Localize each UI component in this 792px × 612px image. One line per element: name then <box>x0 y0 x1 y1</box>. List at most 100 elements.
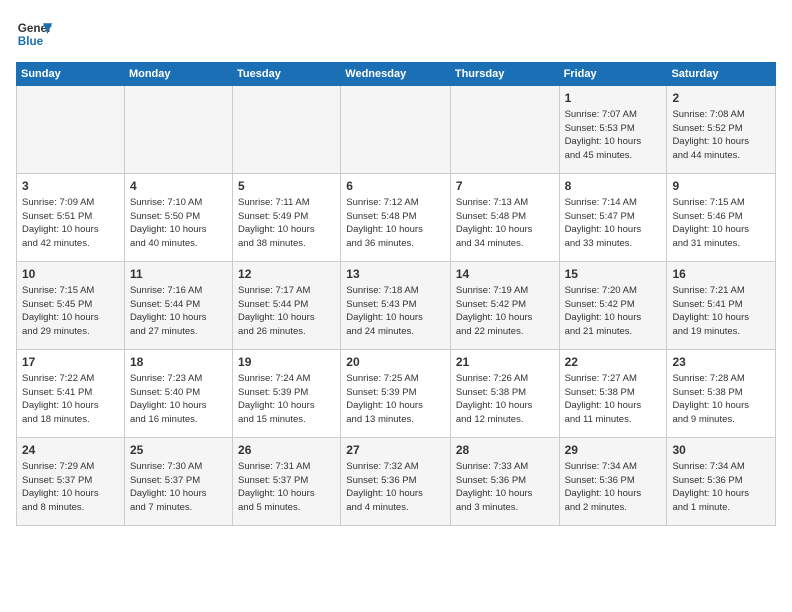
day-info: Sunrise: 7:14 AM Sunset: 5:47 PM Dayligh… <box>565 196 662 251</box>
day-cell: 5Sunrise: 7:11 AM Sunset: 5:49 PM Daylig… <box>233 174 341 262</box>
day-number: 16 <box>672 266 770 283</box>
day-cell: 4Sunrise: 7:10 AM Sunset: 5:50 PM Daylig… <box>124 174 232 262</box>
day-number: 17 <box>22 354 119 371</box>
weekday-header-tuesday: Tuesday <box>233 63 341 86</box>
day-number: 29 <box>565 442 662 459</box>
day-info: Sunrise: 7:11 AM Sunset: 5:49 PM Dayligh… <box>238 196 335 251</box>
svg-text:Blue: Blue <box>18 35 44 48</box>
calendar-table: SundayMondayTuesdayWednesdayThursdayFrid… <box>16 62 776 526</box>
day-number: 1 <box>565 90 662 107</box>
day-number: 20 <box>346 354 445 371</box>
day-info: Sunrise: 7:29 AM Sunset: 5:37 PM Dayligh… <box>22 460 119 515</box>
day-info: Sunrise: 7:15 AM Sunset: 5:46 PM Dayligh… <box>672 196 770 251</box>
day-cell: 10Sunrise: 7:15 AM Sunset: 5:45 PM Dayli… <box>17 262 125 350</box>
day-cell: 29Sunrise: 7:34 AM Sunset: 5:36 PM Dayli… <box>559 438 667 526</box>
weekday-header-row: SundayMondayTuesdayWednesdayThursdayFrid… <box>17 63 776 86</box>
logo: General Blue <box>16 16 52 52</box>
day-cell <box>341 86 451 174</box>
day-number: 23 <box>672 354 770 371</box>
day-cell: 21Sunrise: 7:26 AM Sunset: 5:38 PM Dayli… <box>450 350 559 438</box>
day-info: Sunrise: 7:17 AM Sunset: 5:44 PM Dayligh… <box>238 284 335 339</box>
day-cell: 9Sunrise: 7:15 AM Sunset: 5:46 PM Daylig… <box>667 174 776 262</box>
day-number: 24 <box>22 442 119 459</box>
day-number: 12 <box>238 266 335 283</box>
day-cell: 8Sunrise: 7:14 AM Sunset: 5:47 PM Daylig… <box>559 174 667 262</box>
day-number: 9 <box>672 178 770 195</box>
day-info: Sunrise: 7:34 AM Sunset: 5:36 PM Dayligh… <box>565 460 662 515</box>
day-number: 13 <box>346 266 445 283</box>
day-number: 27 <box>346 442 445 459</box>
weekday-header-monday: Monday <box>124 63 232 86</box>
day-info: Sunrise: 7:31 AM Sunset: 5:37 PM Dayligh… <box>238 460 335 515</box>
day-cell: 30Sunrise: 7:34 AM Sunset: 5:36 PM Dayli… <box>667 438 776 526</box>
day-info: Sunrise: 7:21 AM Sunset: 5:41 PM Dayligh… <box>672 284 770 339</box>
day-cell: 15Sunrise: 7:20 AM Sunset: 5:42 PM Dayli… <box>559 262 667 350</box>
day-cell: 23Sunrise: 7:28 AM Sunset: 5:38 PM Dayli… <box>667 350 776 438</box>
week-row-3: 10Sunrise: 7:15 AM Sunset: 5:45 PM Dayli… <box>17 262 776 350</box>
weekday-header-thursday: Thursday <box>450 63 559 86</box>
day-number: 15 <box>565 266 662 283</box>
day-number: 21 <box>456 354 554 371</box>
day-cell: 12Sunrise: 7:17 AM Sunset: 5:44 PM Dayli… <box>233 262 341 350</box>
day-info: Sunrise: 7:19 AM Sunset: 5:42 PM Dayligh… <box>456 284 554 339</box>
day-number: 26 <box>238 442 335 459</box>
day-number: 6 <box>346 178 445 195</box>
day-number: 25 <box>130 442 227 459</box>
day-number: 18 <box>130 354 227 371</box>
day-cell: 16Sunrise: 7:21 AM Sunset: 5:41 PM Dayli… <box>667 262 776 350</box>
day-cell: 28Sunrise: 7:33 AM Sunset: 5:36 PM Dayli… <box>450 438 559 526</box>
day-cell: 17Sunrise: 7:22 AM Sunset: 5:41 PM Dayli… <box>17 350 125 438</box>
day-cell: 26Sunrise: 7:31 AM Sunset: 5:37 PM Dayli… <box>233 438 341 526</box>
page-header: General Blue <box>16 16 776 52</box>
day-number: 3 <box>22 178 119 195</box>
day-cell: 7Sunrise: 7:13 AM Sunset: 5:48 PM Daylig… <box>450 174 559 262</box>
day-cell: 6Sunrise: 7:12 AM Sunset: 5:48 PM Daylig… <box>341 174 451 262</box>
day-number: 10 <box>22 266 119 283</box>
day-info: Sunrise: 7:08 AM Sunset: 5:52 PM Dayligh… <box>672 108 770 163</box>
day-cell: 1Sunrise: 7:07 AM Sunset: 5:53 PM Daylig… <box>559 86 667 174</box>
day-cell <box>450 86 559 174</box>
weekday-header-wednesday: Wednesday <box>341 63 451 86</box>
week-row-4: 17Sunrise: 7:22 AM Sunset: 5:41 PM Dayli… <box>17 350 776 438</box>
week-row-2: 3Sunrise: 7:09 AM Sunset: 5:51 PM Daylig… <box>17 174 776 262</box>
day-info: Sunrise: 7:26 AM Sunset: 5:38 PM Dayligh… <box>456 372 554 427</box>
day-number: 5 <box>238 178 335 195</box>
day-info: Sunrise: 7:13 AM Sunset: 5:48 PM Dayligh… <box>456 196 554 251</box>
day-cell <box>124 86 232 174</box>
day-info: Sunrise: 7:30 AM Sunset: 5:37 PM Dayligh… <box>130 460 227 515</box>
weekday-header-friday: Friday <box>559 63 667 86</box>
week-row-1: 1Sunrise: 7:07 AM Sunset: 5:53 PM Daylig… <box>17 86 776 174</box>
day-info: Sunrise: 7:12 AM Sunset: 5:48 PM Dayligh… <box>346 196 445 251</box>
day-cell: 14Sunrise: 7:19 AM Sunset: 5:42 PM Dayli… <box>450 262 559 350</box>
day-cell: 13Sunrise: 7:18 AM Sunset: 5:43 PM Dayli… <box>341 262 451 350</box>
weekday-header-sunday: Sunday <box>17 63 125 86</box>
day-info: Sunrise: 7:27 AM Sunset: 5:38 PM Dayligh… <box>565 372 662 427</box>
day-number: 11 <box>130 266 227 283</box>
day-info: Sunrise: 7:16 AM Sunset: 5:44 PM Dayligh… <box>130 284 227 339</box>
logo-icon: General Blue <box>16 16 52 52</box>
day-cell: 24Sunrise: 7:29 AM Sunset: 5:37 PM Dayli… <box>17 438 125 526</box>
day-number: 4 <box>130 178 227 195</box>
day-cell: 11Sunrise: 7:16 AM Sunset: 5:44 PM Dayli… <box>124 262 232 350</box>
day-info: Sunrise: 7:18 AM Sunset: 5:43 PM Dayligh… <box>346 284 445 339</box>
day-cell: 18Sunrise: 7:23 AM Sunset: 5:40 PM Dayli… <box>124 350 232 438</box>
day-cell: 3Sunrise: 7:09 AM Sunset: 5:51 PM Daylig… <box>17 174 125 262</box>
weekday-header-saturday: Saturday <box>667 63 776 86</box>
day-info: Sunrise: 7:20 AM Sunset: 5:42 PM Dayligh… <box>565 284 662 339</box>
day-info: Sunrise: 7:32 AM Sunset: 5:36 PM Dayligh… <box>346 460 445 515</box>
day-cell <box>17 86 125 174</box>
day-number: 22 <box>565 354 662 371</box>
day-info: Sunrise: 7:28 AM Sunset: 5:38 PM Dayligh… <box>672 372 770 427</box>
day-number: 19 <box>238 354 335 371</box>
day-info: Sunrise: 7:09 AM Sunset: 5:51 PM Dayligh… <box>22 196 119 251</box>
day-cell: 19Sunrise: 7:24 AM Sunset: 5:39 PM Dayli… <box>233 350 341 438</box>
day-info: Sunrise: 7:25 AM Sunset: 5:39 PM Dayligh… <box>346 372 445 427</box>
day-info: Sunrise: 7:23 AM Sunset: 5:40 PM Dayligh… <box>130 372 227 427</box>
day-number: 7 <box>456 178 554 195</box>
day-cell: 25Sunrise: 7:30 AM Sunset: 5:37 PM Dayli… <box>124 438 232 526</box>
day-info: Sunrise: 7:34 AM Sunset: 5:36 PM Dayligh… <box>672 460 770 515</box>
day-number: 14 <box>456 266 554 283</box>
day-info: Sunrise: 7:22 AM Sunset: 5:41 PM Dayligh… <box>22 372 119 427</box>
day-cell: 27Sunrise: 7:32 AM Sunset: 5:36 PM Dayli… <box>341 438 451 526</box>
day-info: Sunrise: 7:10 AM Sunset: 5:50 PM Dayligh… <box>130 196 227 251</box>
